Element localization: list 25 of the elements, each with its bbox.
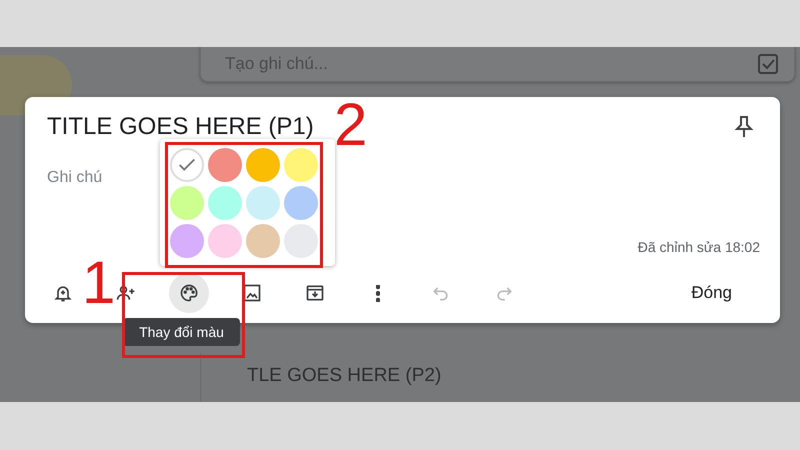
color-swatch[interactable]	[246, 148, 280, 182]
color-swatch[interactable]	[208, 224, 242, 258]
edited-time: Đã chỉnh sửa 18:02	[638, 239, 760, 255]
color-swatch[interactable]	[284, 186, 318, 220]
color-swatch[interactable]	[170, 224, 204, 258]
color-swatch[interactable]	[208, 148, 242, 182]
palette-icon	[179, 283, 199, 303]
color-swatch[interactable]	[170, 186, 204, 220]
step-number: 2	[334, 95, 368, 155]
note-title: TITLE GOES HERE (P1)	[47, 113, 314, 141]
color-swatch[interactable]	[284, 148, 318, 182]
archive-icon	[305, 283, 325, 303]
color-swatch[interactable]	[246, 186, 280, 220]
color-button[interactable]	[169, 273, 209, 313]
checkbox-icon[interactable]	[756, 52, 780, 76]
tooltip: Thay đổi màu	[123, 318, 240, 346]
color-swatch[interactable]	[170, 148, 204, 182]
pin-icon[interactable]	[734, 115, 754, 139]
note-title: TLE GOES HERE (P2)	[247, 365, 442, 386]
more-icon	[376, 284, 380, 302]
color-swatch[interactable]	[246, 224, 280, 258]
step-number: 1	[82, 253, 116, 313]
color-swatch[interactable]	[208, 186, 242, 220]
close-button[interactable]: Đóng	[667, 275, 756, 311]
image-icon	[242, 283, 262, 303]
